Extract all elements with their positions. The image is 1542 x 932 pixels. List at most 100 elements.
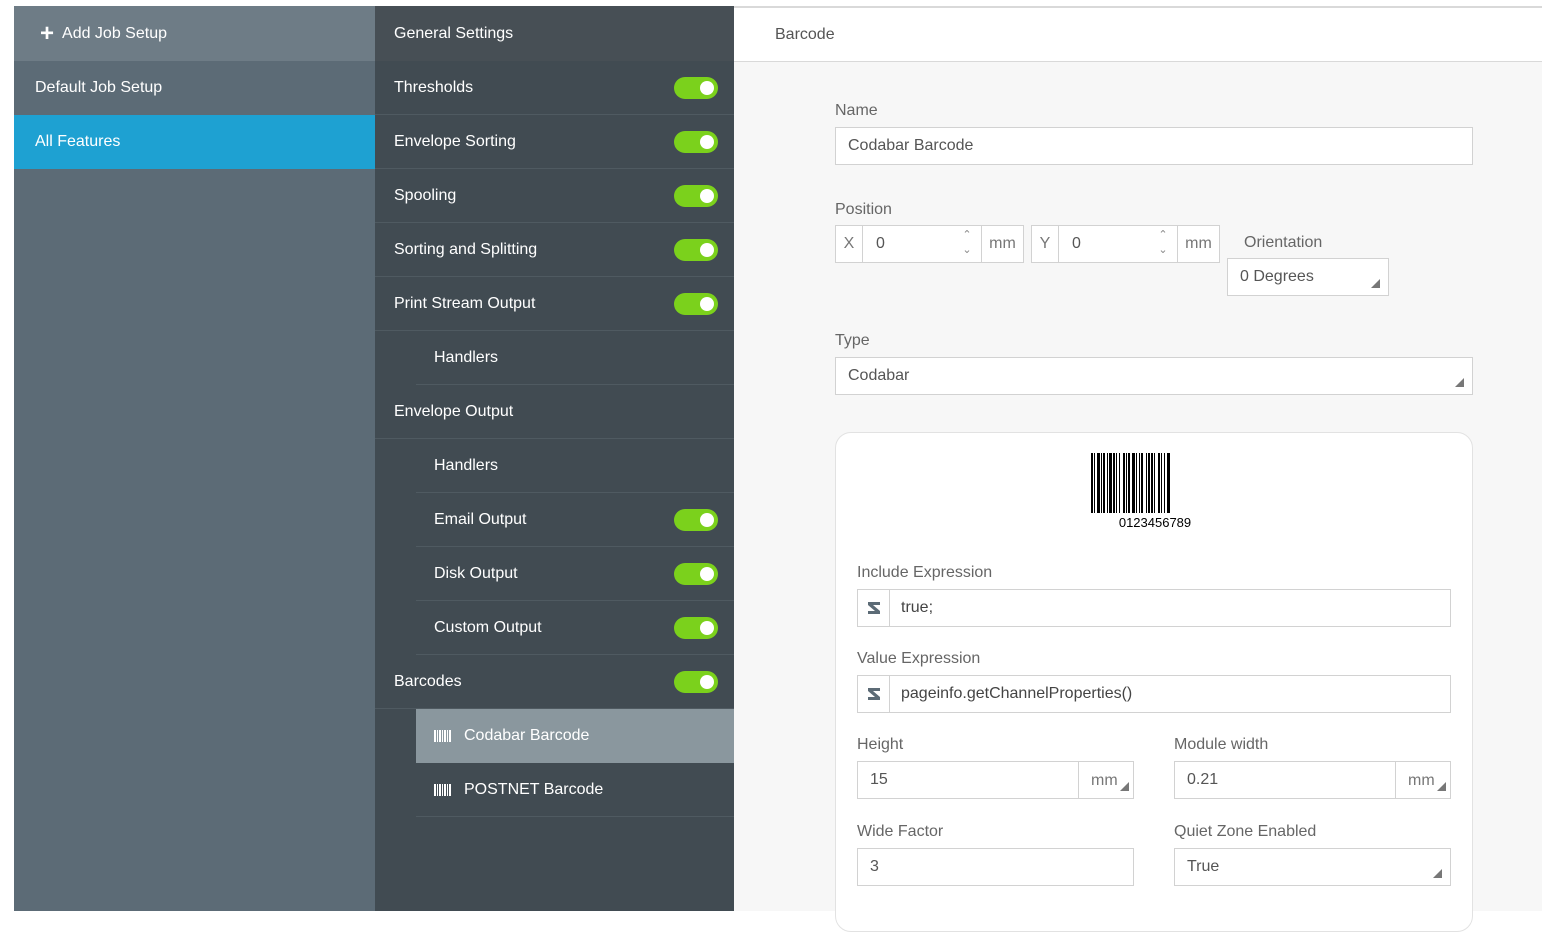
- x-stepper-icon[interactable]: ⌃ ⌄: [960, 228, 974, 258]
- value-expression-input[interactable]: pageinfo.getChannelProperties(): [857, 675, 1451, 713]
- custom-output-toggle[interactable]: [674, 616, 718, 639]
- dropdown-arrow-icon: [1455, 378, 1464, 387]
- barcode-bar: [1132, 453, 1135, 513]
- module-unit-select[interactable]: mm: [1395, 761, 1451, 799]
- module-width-input[interactable]: 0.21: [1174, 761, 1396, 799]
- barcode-detail-panel: Barcode Name Codabar Barcode Position X …: [734, 6, 1542, 932]
- thresholds-toggle[interactable]: [674, 76, 718, 99]
- disk-output-toggle[interactable]: [674, 562, 718, 585]
- type-label: Type: [835, 332, 870, 349]
- barcode-bar: [1113, 453, 1115, 513]
- include-expression-value: true;: [901, 599, 934, 616]
- toggle-knob: [700, 620, 714, 635]
- feature-nav: General Settings Thresholds Envelope Sor…: [375, 6, 734, 911]
- barcode-bar: [1091, 453, 1093, 513]
- value-expression-value: pageinfo.getChannelProperties(): [901, 685, 1133, 702]
- include-expression-input[interactable]: true;: [857, 589, 1451, 627]
- barcode-bar: [1136, 453, 1137, 513]
- script-icon[interactable]: [858, 676, 890, 712]
- email-output-toggle[interactable]: [674, 508, 718, 531]
- nav-item-label: Codabar Barcode: [464, 727, 590, 744]
- type-select[interactable]: Codabar: [835, 357, 1473, 395]
- nav-item-label: Envelope Output: [394, 402, 514, 420]
- quiet-zone-select[interactable]: True: [1174, 848, 1451, 886]
- add-job-setup-label: Add Job Setup: [62, 24, 167, 42]
- quiet-zone-value: True: [1187, 858, 1220, 875]
- nav-item-label: Custom Output: [434, 618, 542, 636]
- add-job-setup-button[interactable]: + Add Job Setup: [14, 6, 375, 61]
- name-value: Codabar Barcode: [848, 137, 974, 154]
- nav-item-label: Sorting and Splitting: [394, 240, 538, 258]
- height-unit: mm: [1091, 772, 1118, 789]
- nav-item-disk-output[interactable]: Disk Output: [416, 547, 734, 601]
- position-y-input[interactable]: Y 0 ⌃ ⌄: [1031, 225, 1178, 263]
- barcode-bar: [1167, 453, 1170, 513]
- nav-item-codabar-barcode[interactable]: Codabar Barcode: [416, 709, 734, 763]
- barcode-icon: [434, 730, 452, 742]
- nav-item-custom-output[interactable]: Custom Output: [416, 601, 734, 655]
- nav-item-envelope-output[interactable]: Envelope Output: [375, 385, 734, 439]
- dropdown-arrow-icon: [1371, 279, 1380, 288]
- nav-item-label: Envelope Sorting: [394, 132, 516, 150]
- name-input[interactable]: Codabar Barcode: [835, 127, 1473, 165]
- quiet-zone-label: Quiet Zone Enabled: [1174, 823, 1317, 840]
- nav-item-label: Email Output: [434, 510, 527, 528]
- nav-item-general-settings[interactable]: General Settings: [375, 6, 734, 61]
- y-value: 0: [1072, 235, 1081, 252]
- spooling-toggle[interactable]: [674, 184, 718, 207]
- x-axis-label: X: [836, 226, 863, 262]
- plus-icon: +: [40, 19, 55, 47]
- barcode-bar: [1123, 453, 1125, 513]
- envelope-sorting-toggle[interactable]: [674, 130, 718, 153]
- type-value: Codabar: [848, 367, 910, 384]
- nav-item-barcodes[interactable]: Barcodes: [375, 655, 734, 709]
- nav-item-label: Spooling: [394, 186, 457, 204]
- script-icon[interactable]: [858, 590, 890, 626]
- barcode-preview-text: 0123456789: [1119, 515, 1191, 530]
- wide-factor-input[interactable]: 3: [857, 848, 1134, 886]
- barcode-bar: [1128, 453, 1130, 513]
- module-unit: mm: [1408, 772, 1435, 789]
- height-unit-select[interactable]: mm: [1078, 761, 1134, 799]
- nav-item-label: Handlers: [434, 456, 499, 474]
- barcode-bar: [1094, 453, 1095, 513]
- barcode-bar: [1146, 453, 1147, 513]
- sidebar-item-default-job-setup[interactable]: Default Job Setup: [14, 61, 375, 115]
- nav-item-spooling[interactable]: Spooling: [375, 169, 734, 223]
- dropdown-arrow-icon: [1437, 782, 1446, 791]
- height-label: Height: [857, 736, 904, 753]
- orientation-label: Orientation: [1244, 234, 1323, 251]
- height-input[interactable]: 15: [857, 761, 1079, 799]
- nav-item-label: Disk Output: [434, 564, 518, 582]
- nav-item-envelope-handlers[interactable]: Handlers: [416, 439, 734, 493]
- sidebar-item-all-features[interactable]: All Features: [14, 115, 375, 169]
- nav-item-email-output[interactable]: Email Output: [416, 493, 734, 547]
- barcode-bar: [1158, 453, 1160, 513]
- panel-title: Barcode: [775, 26, 835, 43]
- nav-item-print-stream-output[interactable]: Print Stream Output: [375, 277, 734, 331]
- barcode-bar: [1097, 453, 1100, 513]
- sorting-splitting-toggle[interactable]: [674, 238, 718, 261]
- orientation-select[interactable]: 0 Degrees: [1227, 258, 1389, 296]
- barcode-bar: [1161, 453, 1162, 513]
- barcode-bar: [1148, 453, 1150, 513]
- barcode-preview: 0123456789: [1091, 453, 1191, 530]
- nav-item-envelope-sorting[interactable]: Envelope Sorting: [375, 115, 734, 169]
- y-axis-label: Y: [1032, 226, 1059, 262]
- nav-item-thresholds[interactable]: Thresholds: [375, 61, 734, 115]
- y-stepper-icon[interactable]: ⌃ ⌄: [1156, 228, 1170, 258]
- toggle-knob: [700, 188, 714, 203]
- nav-item-print-stream-handlers[interactable]: Handlers: [416, 331, 734, 385]
- barcode-bars: [1091, 453, 1170, 513]
- dropdown-arrow-icon: [1120, 782, 1129, 791]
- sidebar-item-label: All Features: [35, 133, 121, 150]
- toggle-knob: [700, 674, 714, 689]
- nav-item-sorting-and-splitting[interactable]: Sorting and Splitting: [375, 223, 734, 277]
- module-width-label: Module width: [1174, 736, 1269, 753]
- barcode-bar: [1164, 453, 1165, 513]
- y-unit: mm: [1177, 225, 1220, 263]
- position-x-input[interactable]: X 0 ⌃ ⌄: [835, 225, 982, 263]
- nav-item-postnet-barcode[interactable]: POSTNET Barcode: [416, 763, 734, 817]
- print-stream-output-toggle[interactable]: [674, 292, 718, 315]
- barcodes-toggle[interactable]: [674, 670, 718, 693]
